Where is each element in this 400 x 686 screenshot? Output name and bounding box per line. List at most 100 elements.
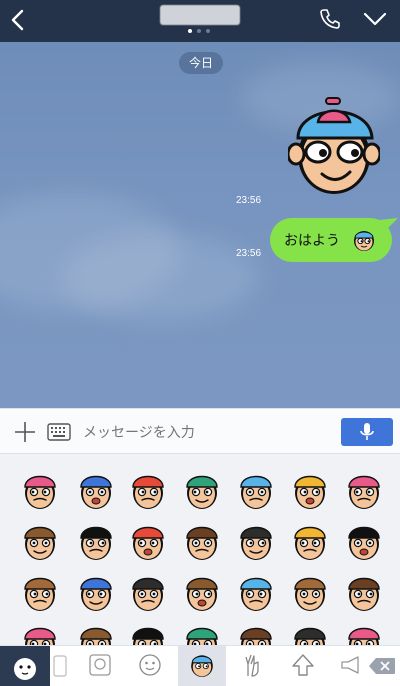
sticker-pack-icon: [139, 654, 161, 676]
sticker-pack-icon: [89, 654, 111, 676]
sticker-item[interactable]: [182, 572, 222, 612]
page-dot: [206, 29, 210, 33]
sticker-item[interactable]: [128, 521, 168, 561]
sticker-face-icon: [240, 577, 272, 611]
sticker-face-icon: [186, 526, 218, 560]
sticker-message[interactable]: [288, 94, 380, 194]
message-timestamp: 23:56: [236, 248, 262, 259]
hand-sign-icon: [245, 654, 259, 677]
sticker-face-icon: [132, 475, 164, 509]
sticker-item[interactable]: [182, 521, 222, 561]
chat-area[interactable]: 今日 23:56 おはよう 23:56: [0, 42, 400, 408]
sticker-item[interactable]: [344, 572, 384, 612]
sticker-item[interactable]: [20, 521, 60, 561]
sticker-character-icon: [14, 658, 36, 680]
background-cloud: [60, 232, 260, 322]
sticker-tab-bar: [0, 645, 400, 686]
sticker-face-icon: [24, 526, 56, 560]
sticker-item[interactable]: [76, 521, 116, 561]
sticker-face-icon: [294, 577, 326, 611]
sticker-item[interactable]: [76, 622, 116, 645]
sticker-item[interactable]: [236, 521, 276, 561]
message-input-bar: [0, 408, 400, 454]
chat-header: [0, 0, 400, 42]
sticker-item[interactable]: [20, 470, 60, 510]
plus-icon[interactable]: [13, 420, 37, 444]
sticker-item[interactable]: [290, 572, 330, 612]
sticker-item[interactable]: [128, 572, 168, 612]
sticker-item[interactable]: [128, 622, 168, 645]
tab-pack-selected[interactable]: [178, 646, 226, 686]
tab-pack-3[interactable]: [232, 646, 272, 686]
chevron-down-icon[interactable]: [362, 9, 388, 29]
chevron-left-icon[interactable]: [6, 6, 32, 34]
sticker-face-icon: [186, 627, 218, 645]
sticker-item[interactable]: [236, 470, 276, 510]
sticker-item[interactable]: [128, 470, 168, 510]
sticker-item[interactable]: [20, 572, 60, 612]
backspace-icon: [369, 658, 395, 674]
phone-icon[interactable]: [318, 7, 342, 31]
tab-pack-2[interactable]: [130, 646, 170, 686]
sticker-face-icon: [24, 475, 56, 509]
date-separator: 今日: [179, 52, 223, 74]
sticker-item[interactable]: [290, 622, 330, 645]
stickers-pack-icon: [53, 655, 67, 677]
sticker-face-icon: [240, 475, 272, 509]
sticker-face-icon: [240, 627, 272, 645]
sticker-item[interactable]: [182, 470, 222, 510]
sticker-item[interactable]: [236, 572, 276, 612]
microphone-icon: [360, 423, 374, 440]
message-text: おはよう: [284, 232, 340, 248]
chat-title-redacted: [160, 5, 240, 25]
sticker-face-icon: [294, 627, 326, 645]
sticker-item[interactable]: [344, 470, 384, 510]
sticker-item[interactable]: [20, 622, 60, 645]
sticker-face-icon: [132, 577, 164, 611]
sticker-face-icon: [240, 526, 272, 560]
sticker-face-icon: [80, 526, 112, 560]
sticker-face-icon: [132, 526, 164, 560]
message-input[interactable]: [83, 422, 323, 442]
sticker-face-icon: [294, 526, 326, 560]
page-indicator: [188, 29, 210, 33]
page-dot: [188, 29, 192, 33]
page-dot: [197, 29, 201, 33]
tab-pack-4[interactable]: [283, 646, 323, 686]
voice-input-button[interactable]: [341, 418, 393, 446]
sticker-item[interactable]: [76, 470, 116, 510]
sticker-face-icon: [132, 627, 164, 645]
megaphone-icon: [341, 656, 359, 674]
sticker-face-icon: [348, 577, 380, 611]
sticker-item[interactable]: [290, 521, 330, 561]
sticker-face-icon: [348, 475, 380, 509]
tab-pack-1[interactable]: [80, 646, 120, 686]
message-timestamp: 23:56: [236, 195, 262, 206]
sticker-item[interactable]: [236, 622, 276, 645]
tab-sticker-shop[interactable]: [0, 646, 50, 686]
arrow-up-icon: [292, 654, 314, 676]
sticker-pack-icon: [191, 655, 213, 677]
tab-recent[interactable]: [52, 646, 76, 686]
bubble-tail: [380, 218, 398, 232]
keyboard-icon[interactable]: [47, 422, 71, 442]
sticker-face-icon: [186, 475, 218, 509]
sticker-item[interactable]: [344, 622, 384, 645]
sticker-face-icon: [24, 627, 56, 645]
sticker-panel: [0, 454, 400, 645]
sticker-face-icon: [80, 627, 112, 645]
sticker-item[interactable]: [76, 572, 116, 612]
emoji-face-icon: [354, 231, 374, 251]
delete-button[interactable]: [364, 646, 400, 686]
sticker-item[interactable]: [290, 470, 330, 510]
sticker-face-icon: [80, 475, 112, 509]
sticker-face-icon: [348, 526, 380, 560]
sticker-face-icon: [80, 577, 112, 611]
sticker-item[interactable]: [344, 521, 384, 561]
message-bubble[interactable]: おはよう: [270, 218, 392, 262]
sticker-face-icon: [24, 577, 56, 611]
sticker-item[interactable]: [182, 622, 222, 645]
tab-pack-5[interactable]: [332, 646, 362, 686]
sticker-face-icon: [294, 475, 326, 509]
sticker-face-icon: [348, 627, 380, 645]
